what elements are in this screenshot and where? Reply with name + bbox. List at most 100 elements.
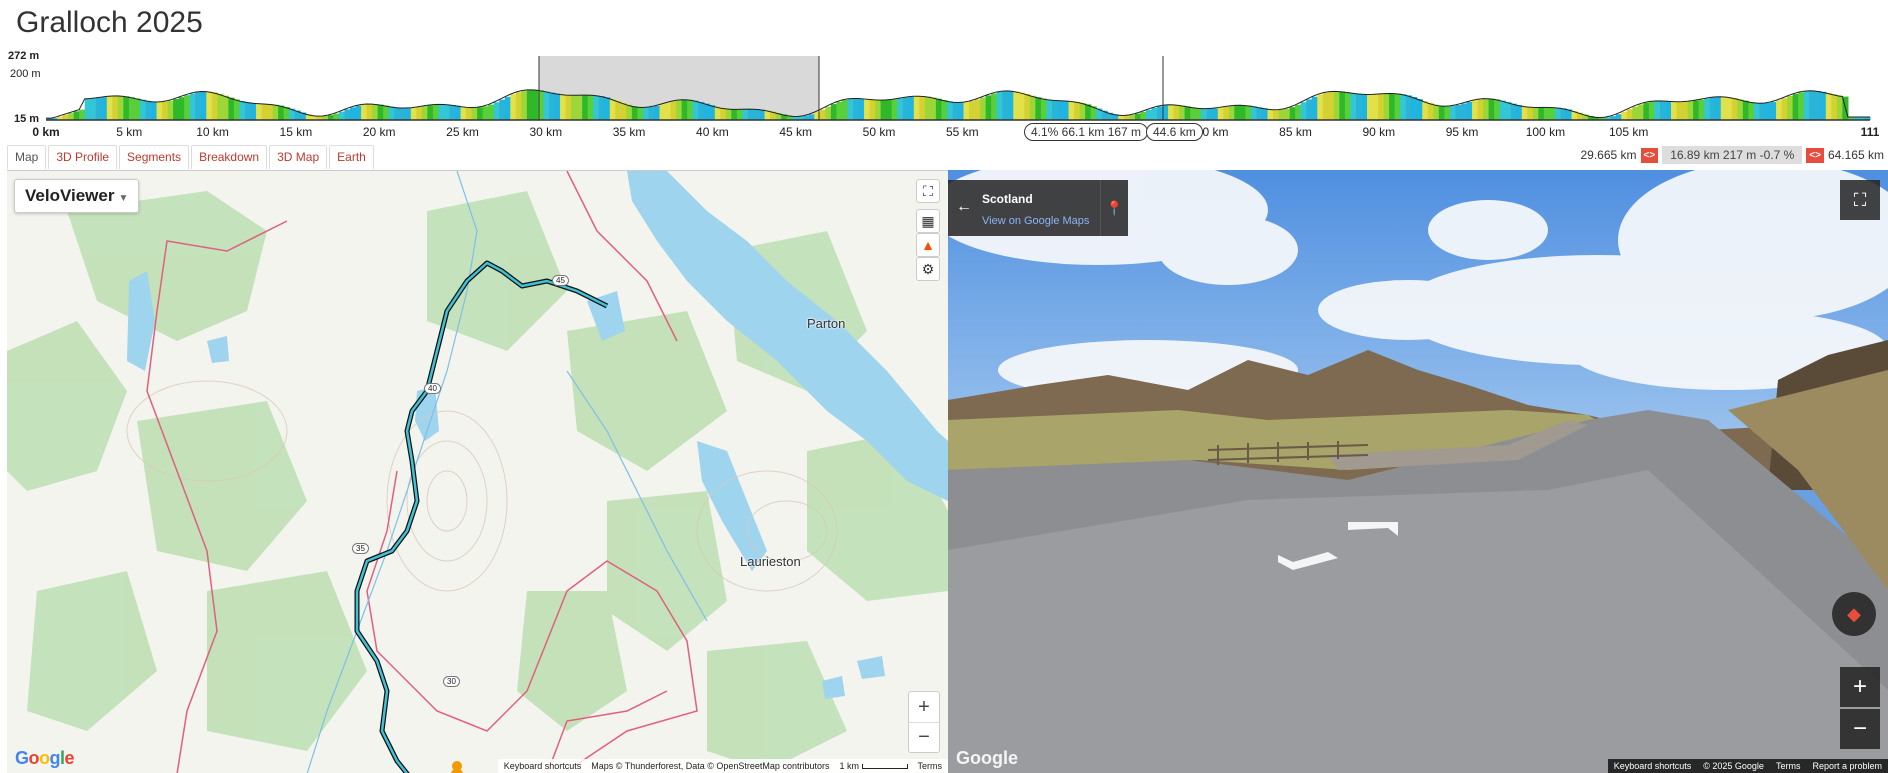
profile-segment	[1074, 101, 1081, 120]
range-selector: 29.665 km <> 16.89 km 217 m -0.7 % <> 64…	[1580, 145, 1884, 165]
range-start: 29.665 km	[1580, 148, 1637, 162]
report-problem-link[interactable]: Report a problem	[1812, 761, 1882, 771]
profile-segment	[366, 103, 373, 120]
km-marker: 35	[352, 543, 369, 554]
profile-segment	[609, 98, 616, 120]
tab-breakdown[interactable]: Breakdown	[191, 145, 268, 169]
profile-segment	[1063, 100, 1070, 120]
profile-x-tick: 15 km	[279, 125, 313, 139]
range-start-arrows[interactable]: <>	[1640, 147, 1659, 163]
profile-segment	[864, 98, 871, 120]
profile-segment	[394, 107, 401, 120]
profile-segment	[1742, 100, 1749, 120]
profile-segment	[267, 104, 274, 120]
profile-segment	[1615, 114, 1622, 120]
tab-earth[interactable]: Earth	[329, 145, 374, 169]
location-card: ← Scotland View on Google Maps 📍	[948, 180, 1128, 236]
zoom-out-button[interactable]: −	[1840, 709, 1880, 749]
profile-segment	[206, 91, 213, 120]
profile-segment	[482, 106, 489, 120]
profile-segment	[1438, 105, 1445, 120]
profile-x-tick: 90 km	[1362, 125, 1396, 139]
profile-segment	[510, 94, 517, 120]
fullscreen-icon[interactable]: ⛶	[916, 179, 940, 203]
profile-x-tick: 30 km	[529, 125, 563, 139]
profile-segment	[493, 102, 500, 120]
profile-segment	[79, 109, 86, 120]
profile-segment	[1372, 94, 1379, 120]
profile-segment	[228, 97, 235, 120]
terms-link[interactable]: Terms	[1776, 761, 1801, 771]
profile-segment	[1394, 93, 1401, 120]
profile-segment	[532, 89, 539, 120]
profile-segment	[902, 97, 909, 120]
profile-segment	[1201, 108, 1208, 120]
profile-segment	[1787, 96, 1794, 120]
map-pin-icon[interactable]: 📍	[1100, 180, 1128, 236]
profile-segment	[344, 109, 351, 120]
profile-segment	[720, 108, 727, 120]
profile-segment	[1317, 94, 1324, 120]
profile-segment	[1278, 109, 1285, 120]
profile-segment	[642, 107, 650, 120]
profile-segment	[924, 96, 931, 120]
profile-segment	[1543, 107, 1551, 120]
route-map[interactable]: VeloViewer ▼ ⛶ ▦ ▲ ⚙ Parton Laurieston 45…	[7, 170, 948, 773]
profile-segment	[1400, 94, 1407, 120]
profile-segment	[1466, 101, 1473, 120]
page-title: Gralloch 2025	[16, 6, 203, 39]
zoom-in-button[interactable]: +	[909, 692, 939, 722]
profile-segment	[1367, 94, 1374, 120]
street-view-panel[interactable]: ← Scotland View on Google Maps 📍 ⛶ ◆ + −…	[948, 170, 1888, 773]
map-attribution: Keyboard shortcuts Maps © Thunderforest,…	[497, 759, 948, 773]
profile-x-tick: 25 km	[446, 125, 479, 139]
keyboard-shortcuts-link[interactable]: Keyboard shortcuts	[504, 761, 582, 771]
profile-segment	[637, 107, 644, 120]
profile-segment	[1477, 99, 1484, 120]
view-on-google-maps-link[interactable]: View on Google Maps	[982, 215, 1089, 227]
profile-segment	[233, 99, 241, 120]
profile-segment	[1460, 103, 1468, 120]
zoom-in-button[interactable]: +	[1840, 667, 1880, 707]
range-end-arrows[interactable]: <>	[1806, 147, 1824, 163]
profile-segment	[1140, 111, 1147, 120]
layer-selector-button[interactable]: VeloViewer ▼	[14, 179, 140, 213]
terms-link[interactable]: Terms	[918, 761, 943, 771]
tab-segments[interactable]: Segments	[119, 145, 190, 169]
tab-3d-map[interactable]: 3D Map	[269, 145, 328, 169]
profile-segment	[1018, 92, 1025, 120]
fullscreen-icon[interactable]: ⛶	[1840, 180, 1880, 220]
profile-segment	[836, 101, 843, 120]
profile-segment	[1234, 105, 1241, 120]
grid-icon[interactable]: ▦	[916, 209, 940, 233]
range-summary: 16.89 km 217 m -0.7 %	[1662, 146, 1803, 164]
map-tiles[interactable]	[7, 171, 948, 773]
keyboard-shortcuts-link[interactable]: Keyboard shortcuts	[1614, 761, 1692, 771]
profile-segment	[1687, 101, 1694, 120]
profile-segment	[1295, 104, 1302, 120]
profile-segment	[504, 96, 511, 120]
profile-segment	[554, 93, 561, 120]
profile-segment	[1051, 100, 1059, 120]
km-marker: 45	[552, 275, 569, 286]
profile-segment	[1206, 108, 1213, 120]
google-logo: Google	[956, 748, 1018, 768]
profile-segment	[593, 95, 600, 120]
compass-icon[interactable]: ◆	[1832, 592, 1876, 636]
street-view-image[interactable]	[948, 170, 1888, 773]
back-arrow-icon[interactable]: ←	[956, 198, 972, 216]
range-end: 64.165 km	[1827, 148, 1884, 162]
profile-segment	[886, 99, 893, 120]
strava-icon[interactable]: ▲	[916, 233, 940, 257]
zoom-out-button[interactable]: −	[909, 722, 939, 752]
profile-segment	[443, 104, 451, 120]
profile-segment	[930, 97, 937, 120]
tab-map[interactable]: Map	[7, 145, 47, 169]
profile-segment	[698, 101, 705, 120]
profile-segment	[1505, 102, 1512, 120]
gear-icon[interactable]: ⚙	[916, 257, 940, 281]
profile-segment	[1195, 108, 1202, 120]
profile-segment	[1494, 99, 1501, 120]
tab-3d-profile[interactable]: 3D Profile	[48, 145, 118, 169]
profile-segment	[659, 104, 666, 120]
